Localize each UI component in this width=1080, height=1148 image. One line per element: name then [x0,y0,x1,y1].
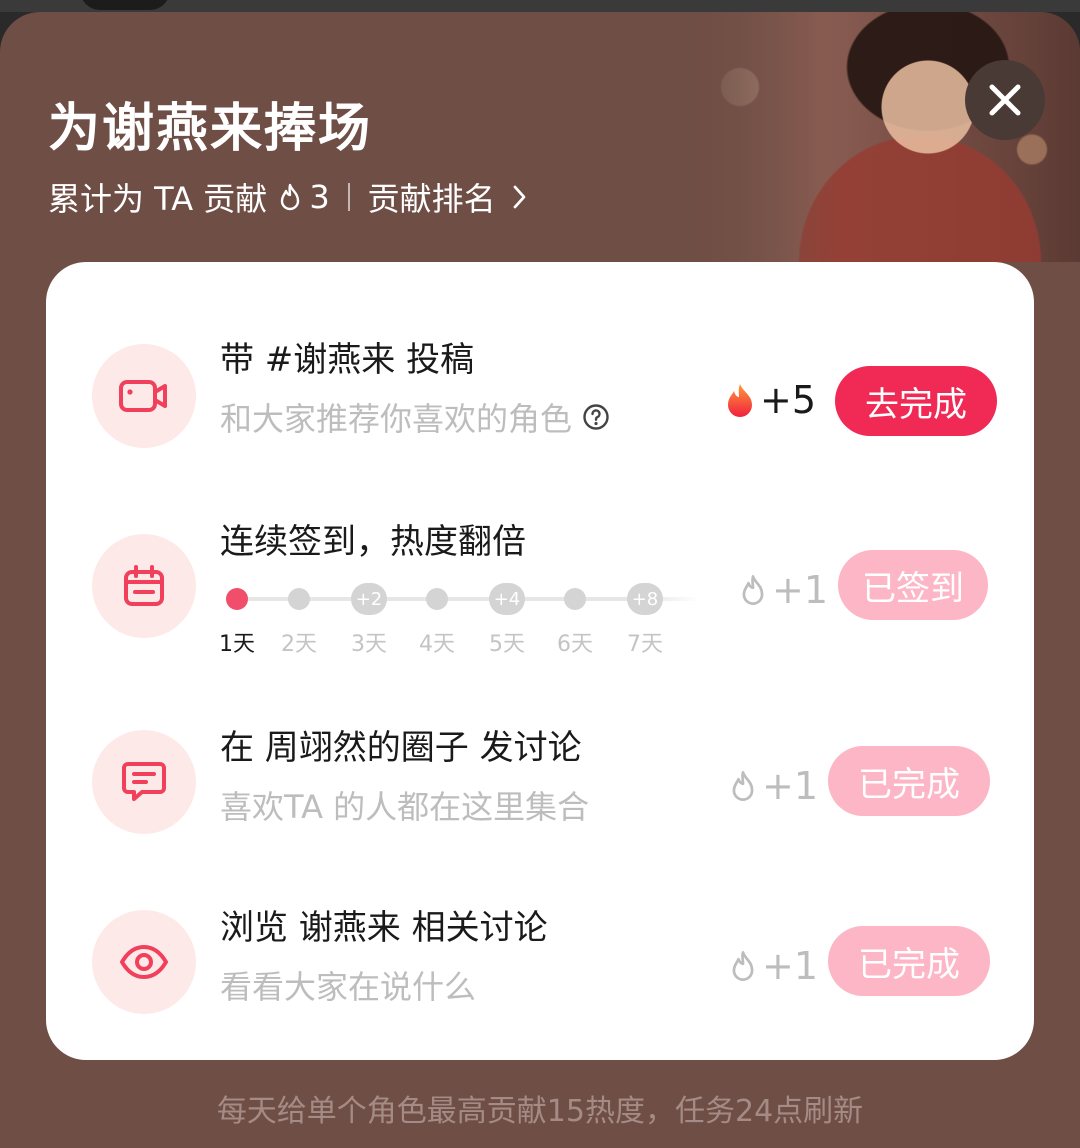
calendar-icon [124,565,164,606]
streak-day-label: 1天 [219,632,255,657]
checked-in-button[interactable]: 已签到 [838,550,988,620]
task-description: 喜欢TA 的人都在这里集合 [220,788,590,826]
chat-bubble-icon [122,762,166,801]
task-item-browse: 浏览 谢燕来 相关讨论 看看大家在说什么 +1 已完成 [46,898,1034,1048]
checkin-streak-progress: +2 +4 +8 1天 2天 3天 4天 5天 6天 7天 [219,580,700,660]
flame-icon [728,384,752,417]
streak-day-label: 4天 [419,632,455,657]
chevron-right-icon[interactable] [512,184,528,210]
streak-day-label: 5天 [489,632,525,657]
flame-outline-icon [742,575,764,605]
flame-outline-icon [732,951,754,981]
reward-amount: +1 [728,944,818,988]
flame-outline-icon [732,771,754,801]
reward-amount: +1 [738,568,828,612]
streak-node-day-2 [288,588,310,610]
streak-bonus-badge: +2 [351,583,387,615]
page-title: 为谢燕来捧场 [48,99,373,159]
go-complete-button[interactable]: 去完成 [835,366,997,436]
support-sheet: 为谢燕来捧场 累计为 TA 贡献 3 贡献排名 带 #谢燕来 投稿 和大家推荐你… [0,12,1080,1148]
completed-button[interactable]: 已完成 [828,746,990,816]
task-icon-badge [92,534,196,638]
task-title: 连续签到，热度翻倍 [220,522,526,562]
streak-bonus-badge: +8 [627,583,663,615]
task-item-discuss: 在 周翊然的圈子 发讨论 喜欢TA 的人都在这里集合 +1 已完成 [46,718,1034,868]
streak-day-label: 6天 [557,632,593,657]
ranking-link[interactable]: 贡献排名 [368,174,496,220]
help-icon[interactable] [582,403,610,431]
background-avatar [80,0,170,10]
contribution-value: 3 [309,178,330,216]
eye-icon [120,945,168,979]
reward-amount: +5 [724,378,816,422]
task-title: 在 周翊然的圈子 发讨论 [220,728,582,768]
streak-day-label: 3天 [351,632,387,657]
task-card: 带 #谢燕来 投稿 和大家推荐你喜欢的角色 +5 去完成 连续签到，热度翻倍 +… [46,262,1034,1060]
task-title: 带 #谢燕来 投稿 [220,340,475,380]
reward-amount: +1 [728,764,818,808]
task-icon-badge [92,730,196,834]
streak-bonus-badge: +4 [489,583,525,615]
streak-node-day-6 [564,588,586,610]
streak-node-day-1 [226,588,248,610]
completed-button[interactable]: 已完成 [828,926,990,996]
task-icon-badge [92,910,196,1014]
task-title: 浏览 谢燕来 相关讨论 [220,908,548,948]
streak-node-day-4 [426,588,448,610]
contribution-label: 累计为 TA 贡献 [48,180,268,218]
task-item-post: 带 #谢燕来 投稿 和大家推荐你喜欢的角色 +5 去完成 [46,322,1034,472]
footer-note: 每天给单个角色最高贡献15热度，任务24点刷新 [216,1094,864,1129]
video-camera-icon [119,380,167,412]
streak-day-label: 2天 [281,632,317,657]
task-description: 看看大家在说什么 [220,968,477,1006]
flame-outline-icon [281,183,300,211]
contribution-summary: 累计为 TA 贡献 3 贡献排名 [48,172,528,222]
streak-day-label: 7天 [627,632,663,657]
task-icon-badge [92,344,196,448]
close-button[interactable] [965,60,1045,140]
task-description: 和大家推荐你喜欢的角色 [220,394,610,440]
close-icon [989,84,1021,116]
task-item-checkin: 连续签到，热度翻倍 +2 +4 +8 1天 2天 3天 4天 5天 6天 7天 [46,514,1034,664]
divider [347,183,350,211]
